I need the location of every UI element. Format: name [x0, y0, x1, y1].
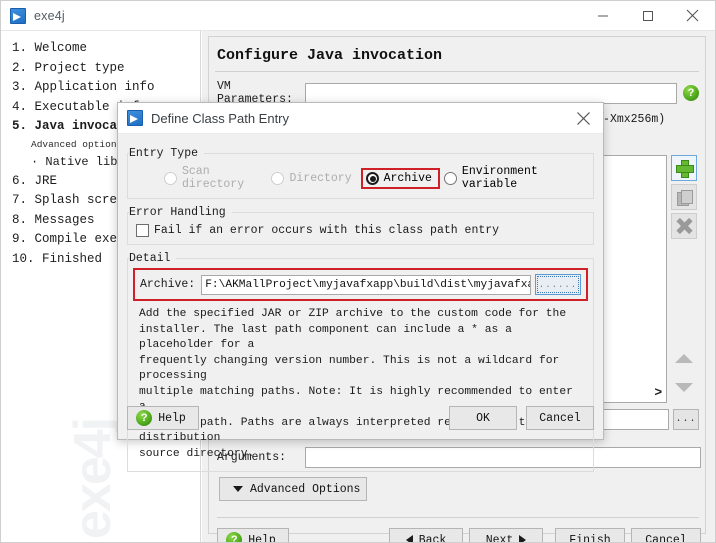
radio-environment-variable[interactable]: Environment variable	[443, 165, 578, 191]
dialog-cancel-button[interactable]: Cancel	[526, 406, 594, 430]
radio-environment-variable-label: Environment variable	[461, 165, 538, 191]
radio-directory-label: Directory	[289, 171, 352, 185]
detail-group: Detail Archive: F:\AKMallProject\myjavaf…	[127, 248, 594, 472]
radio-icon	[164, 171, 177, 185]
archive-label: Archive:	[140, 278, 196, 291]
finish-button-label: Finish	[569, 533, 611, 543]
fail-on-error-row[interactable]: Fail if an error occurs with this class …	[134, 224, 587, 237]
window-title: exe4j	[34, 8, 65, 23]
advanced-options-label: Advanced Options	[250, 482, 361, 496]
fail-on-error-label: Fail if an error occurs with this class …	[154, 224, 500, 237]
help-icon: ?	[226, 532, 243, 542]
vm-parameters-input[interactable]	[305, 82, 677, 104]
footer-divider	[217, 517, 699, 518]
cancel-button[interactable]: Cancel	[631, 528, 701, 543]
exe4j-watermark: exe4j	[64, 418, 122, 539]
exe4j-app-icon	[10, 7, 26, 24]
archive-field-highlight: Archive: F:\AKMallProject\myjavafxapp\bu…	[133, 268, 588, 301]
advanced-options-button[interactable]: Advanced Options	[219, 477, 367, 501]
minimize-icon[interactable]	[580, 1, 625, 31]
finish-button[interactable]: Finish	[555, 528, 625, 543]
archive-input[interactable]: F:\AKMallProject\myjavafxapp\build\dist\…	[201, 274, 531, 295]
entry-browse-button[interactable]: ...	[673, 409, 699, 430]
radio-scan-directory[interactable]: Scan directory	[164, 165, 262, 191]
radio-archive-label: Archive	[383, 171, 432, 185]
remove-entry-button[interactable]	[671, 213, 698, 239]
help-button[interactable]: ? Help	[217, 528, 289, 543]
maximize-icon[interactable]	[625, 1, 670, 31]
detail-legend: Detail	[129, 252, 177, 265]
dialog-titlebar: Define Class Path Entry	[118, 103, 603, 134]
triangle-right-icon	[519, 535, 527, 542]
dialog-footer: ? Help OK Cancel	[127, 405, 594, 431]
sidebar-item-application-info[interactable]: 3. Application info	[9, 78, 200, 98]
add-entry-button[interactable]	[671, 155, 698, 181]
entry-type-radios: Scan directory Directory Archive Environ…	[134, 165, 587, 191]
sidebar-item-project-type[interactable]: 2. Project type	[9, 59, 200, 79]
exe4j-app-icon	[127, 110, 143, 126]
radio-icon	[271, 171, 285, 185]
move-up-button[interactable]	[671, 345, 697, 371]
fail-on-error-checkbox[interactable]	[136, 224, 149, 237]
sidebar-item-welcome[interactable]: 1. Welcome	[9, 39, 200, 59]
window-controls	[580, 1, 715, 31]
define-class-path-entry-dialog: Define Class Path Entry Entry Type Scan …	[117, 102, 604, 472]
help-button-label: Help	[248, 533, 276, 543]
classpath-toolbar	[669, 155, 699, 403]
radio-directory[interactable]: Directory	[271, 171, 352, 185]
vm-parameters-row: VM Parameters: ?	[209, 72, 705, 106]
dialog-help-label: Help	[158, 411, 186, 425]
plus-icon	[676, 160, 695, 178]
page-title: Configure Java invocation	[217, 47, 443, 64]
help-icon: ?	[136, 410, 153, 426]
next-button[interactable]: Next	[469, 528, 543, 543]
triangle-left-icon	[405, 535, 413, 542]
dialog-title: Define Class Path Entry	[151, 110, 290, 126]
duplicate-entry-button[interactable]	[671, 184, 698, 210]
chevron-up-icon	[675, 353, 694, 363]
radio-selected-icon	[365, 171, 379, 185]
radio-archive[interactable]: Archive	[360, 167, 440, 189]
next-button-label: Next	[485, 533, 514, 543]
x-icon	[676, 218, 692, 234]
copy-icon	[676, 189, 693, 206]
triangle-down-icon	[233, 486, 243, 492]
error-handling-legend: Error Handling	[129, 206, 232, 219]
chevron-down-icon	[675, 382, 694, 392]
move-down-button[interactable]	[671, 374, 697, 400]
archive-description: Add the specified JAR or ZIP archive to …	[139, 308, 573, 460]
cancel-button-label: Cancel	[645, 533, 687, 543]
wizard-footer: ? Help Back Next Finish Cancel	[217, 527, 701, 543]
dialog-ok-label: OK	[476, 411, 490, 425]
back-button-label: Back	[418, 533, 447, 543]
radio-icon	[443, 171, 457, 185]
dialog-cancel-label: Cancel	[539, 411, 581, 425]
exe4j-window: exe4j 1. Welcome 2. Project type 3. Appl…	[0, 0, 716, 543]
detail-box: Archive: F:\AKMallProject\myjavafxapp\bu…	[127, 258, 594, 472]
dialog-help-button[interactable]: ? Help	[127, 406, 199, 430]
entry-type-group: Entry Type Scan directory Directory Arch…	[127, 143, 594, 199]
help-icon[interactable]: ?	[683, 85, 699, 101]
archive-browse-button[interactable]: ......	[535, 274, 581, 295]
back-button[interactable]: Back	[389, 528, 463, 543]
horizontal-scroll-indicator[interactable]: >	[654, 385, 662, 400]
close-icon[interactable]	[670, 1, 715, 31]
entry-type-legend: Entry Type	[129, 147, 205, 160]
dialog-ok-button[interactable]: OK	[449, 406, 517, 430]
close-icon[interactable]	[563, 103, 603, 134]
window-titlebar: exe4j	[1, 1, 715, 31]
error-handling-group: Error Handling Fail if an error occurs w…	[127, 202, 594, 245]
radio-scan-directory-label: Scan directory	[182, 165, 245, 191]
